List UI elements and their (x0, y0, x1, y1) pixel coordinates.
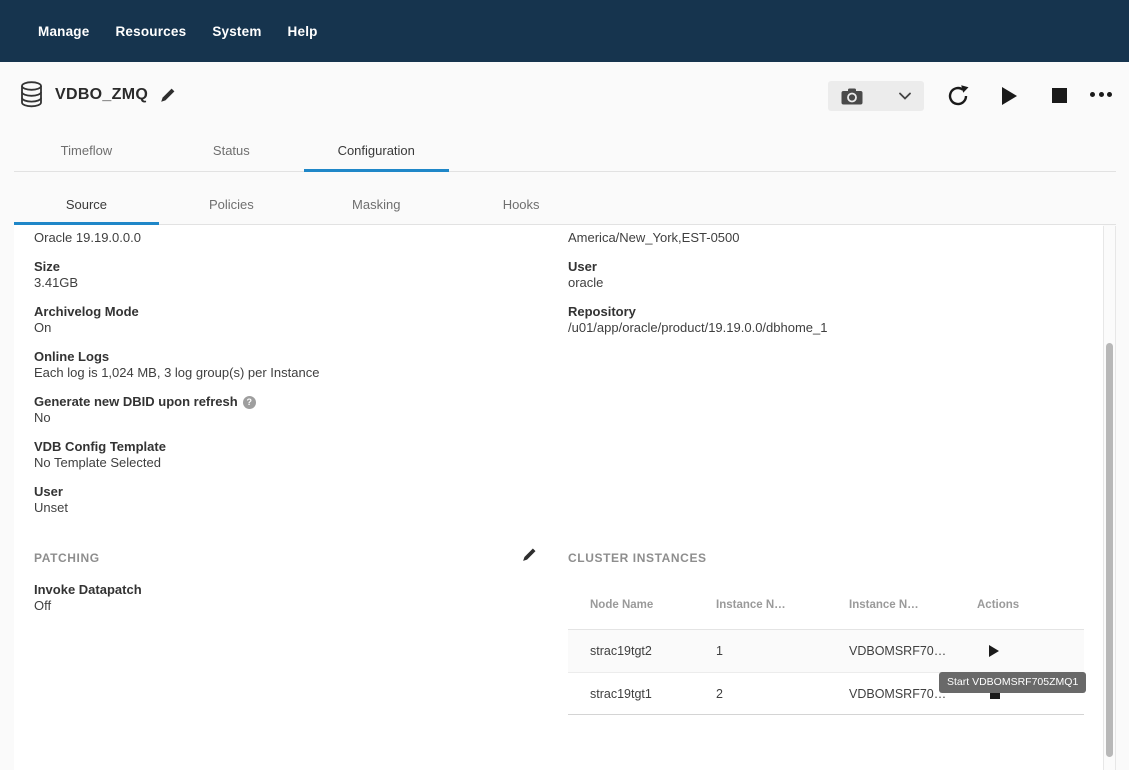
tab-timeflow[interactable]: Timeflow (14, 130, 159, 171)
subtab-hooks[interactable]: Hooks (449, 172, 594, 224)
tab-status[interactable]: Status (159, 130, 304, 171)
field-repository: Repository /u01/app/oracle/product/19.19… (568, 304, 827, 336)
field-label: User (568, 259, 603, 275)
field-invoke-datapatch: Invoke Datapatch Off (34, 582, 142, 614)
play-icon (1002, 87, 1017, 105)
subtab-label: Masking (352, 197, 400, 212)
main-tabs: Timeflow Status Configuration (14, 130, 1116, 172)
field-vdb-config-template: VDB Config Template No Template Selected (34, 439, 166, 471)
field-value: Unset (34, 500, 68, 516)
cluster-instances-table: Node Name Instance N… Instance N… Action… (568, 581, 1084, 716)
page-title: VDBO_ZMQ (55, 86, 148, 104)
vertical-scrollbar-thumb[interactable] (1106, 343, 1113, 757)
subtab-masking[interactable]: Masking (304, 172, 449, 224)
database-icon (20, 81, 43, 108)
edit-pencil-icon[interactable] (522, 547, 537, 562)
configuration-subtabs: Source Policies Masking Hooks (14, 172, 1116, 225)
nav-item-help[interactable]: Help (288, 24, 318, 39)
field-value: On (34, 320, 139, 336)
field-database-version: Oracle 19.19.0.0.0 (34, 230, 141, 246)
subtab-label: Policies (209, 197, 254, 212)
field-label: VDB Config Template (34, 439, 166, 455)
column-header-instance-number: Instance N… (716, 599, 786, 611)
field-size: Size 3.41GB (34, 259, 78, 291)
stop-button[interactable] (1049, 85, 1069, 105)
field-label: Online Logs (34, 349, 319, 365)
field-value: No (34, 410, 256, 426)
field-value: America/New_York,EST-0500 (568, 230, 740, 246)
subtab-label: Source (66, 197, 107, 212)
field-value: Off (34, 598, 142, 614)
field-user-right: User oracle (568, 259, 603, 291)
cell-instance-number: 1 (716, 644, 723, 658)
column-header-instance-name: Instance N… (849, 599, 919, 611)
cell-instance-name: VDBOMSRF70… (849, 644, 946, 658)
cluster-instances-section-title: CLUSTER INSTANCES (568, 551, 707, 565)
stop-icon (1052, 88, 1067, 103)
nav-item-resources[interactable]: Resources (115, 24, 186, 39)
field-label: Size (34, 259, 78, 275)
field-label: Archivelog Mode (34, 304, 139, 320)
start-instance-tooltip: Start VDBOMSRF705ZMQ1 (939, 672, 1086, 693)
subtab-label: Hooks (503, 197, 540, 212)
field-label-text: Generate new DBID upon refresh (34, 394, 238, 410)
field-archivelog-mode: Archivelog Mode On (34, 304, 139, 336)
start-button[interactable] (999, 84, 1019, 108)
field-value: 3.41GB (34, 275, 78, 291)
patching-section-title: PATCHING (34, 551, 100, 565)
cell-instance-name: VDBOMSRF70… (849, 687, 946, 701)
table-header-row: Node Name Instance N… Instance N… Action… (568, 581, 1084, 630)
more-actions-button[interactable] (1086, 88, 1116, 100)
camera-icon[interactable] (841, 88, 863, 105)
field-value: oracle (568, 275, 603, 291)
chevron-down-icon[interactable] (899, 92, 911, 100)
cell-instance-number: 2 (716, 687, 723, 701)
help-circle-icon[interactable]: ? (243, 396, 256, 409)
snapshot-button-group[interactable] (828, 81, 924, 111)
subtab-source[interactable]: Source (14, 172, 159, 224)
top-nav: Manage Resources System Help (0, 0, 1129, 62)
field-value: /u01/app/oracle/product/19.19.0.0/dbhome… (568, 320, 827, 336)
column-header-actions: Actions (977, 599, 1019, 611)
ellipsis-icon (1107, 92, 1112, 97)
cell-node-name: strac19tgt2 (590, 644, 652, 658)
field-timezone: America/New_York,EST-0500 (568, 230, 740, 246)
refresh-button[interactable] (945, 83, 971, 109)
field-label: User (34, 484, 68, 500)
field-value: No Template Selected (34, 455, 166, 471)
field-online-logs: Online Logs Each log is 1,024 MB, 3 log … (34, 349, 319, 381)
nav-item-system[interactable]: System (212, 24, 261, 39)
ellipsis-icon (1090, 92, 1095, 97)
field-value: Oracle 19.19.0.0.0 (34, 230, 141, 246)
ellipsis-icon (1099, 92, 1104, 97)
start-instance-button[interactable] (989, 645, 999, 657)
tab-label: Timeflow (61, 143, 113, 158)
field-label: Repository (568, 304, 827, 320)
edit-pencil-icon[interactable] (160, 87, 176, 103)
field-label: Invoke Datapatch (34, 582, 142, 598)
tab-configuration[interactable]: Configuration (304, 130, 449, 171)
cell-node-name: strac19tgt1 (590, 687, 652, 701)
field-label: Generate new DBID upon refresh ? (34, 394, 256, 410)
field-generate-new-dbid: Generate new DBID upon refresh ? No (34, 394, 256, 426)
field-value: Each log is 1,024 MB, 3 log group(s) per… (34, 365, 319, 381)
source-config-panel: Oracle 19.19.0.0.0 Size 3.41GB Archivelo… (14, 225, 1103, 770)
subtab-policies[interactable]: Policies (159, 172, 304, 224)
nav-item-manage[interactable]: Manage (38, 24, 89, 39)
tab-label: Status (213, 143, 250, 158)
column-header-node-name: Node Name (590, 599, 653, 611)
table-row: strac19tgt2 1 VDBOMSRF70… (568, 630, 1084, 673)
tab-label: Configuration (338, 143, 415, 158)
app-window: Manage Resources System Help VDBO_ZMQ (0, 0, 1129, 770)
field-user-left: User Unset (34, 484, 68, 516)
